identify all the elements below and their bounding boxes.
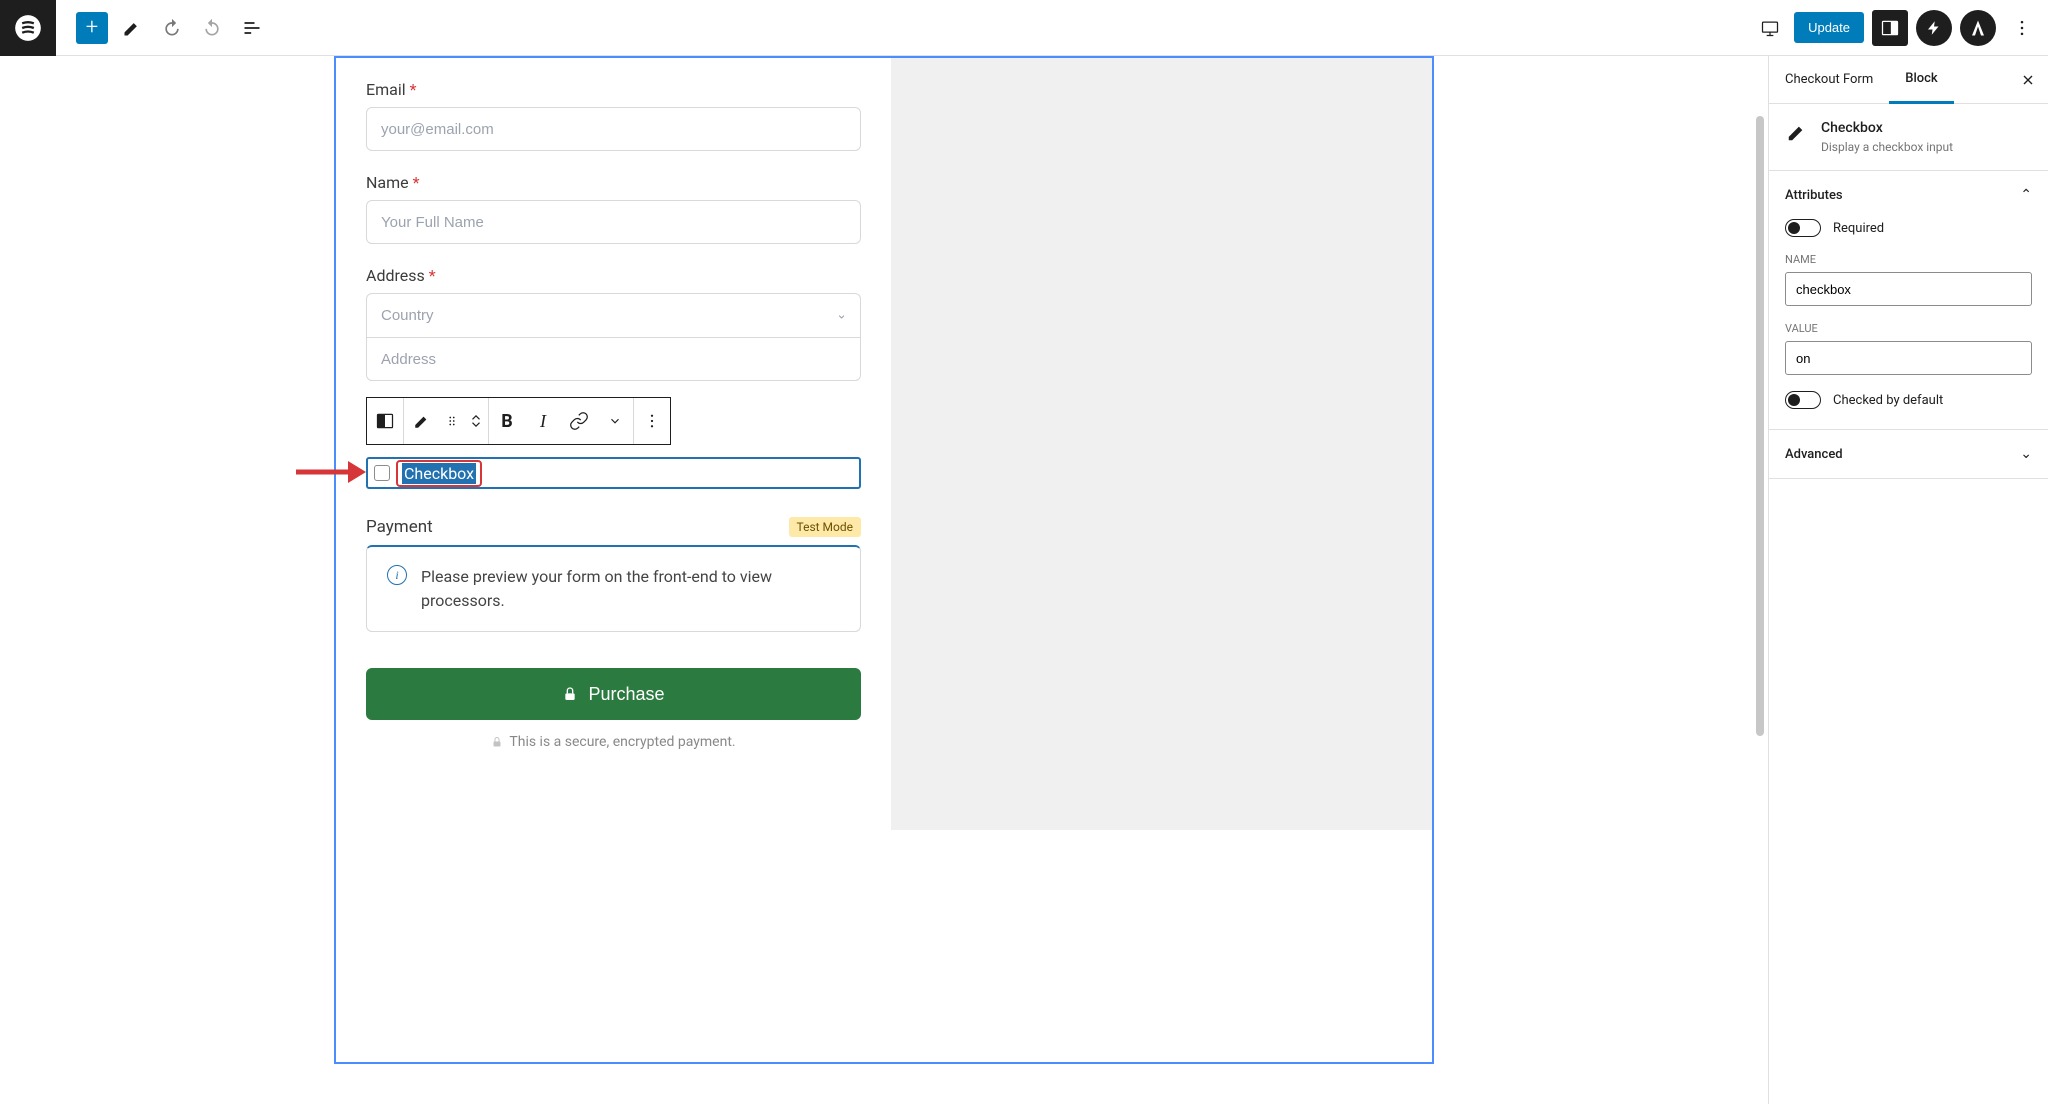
plugin-icon-2[interactable] xyxy=(1960,10,1996,46)
move-up-down-icon[interactable] xyxy=(464,398,488,444)
bold-button[interactable]: B xyxy=(489,398,525,444)
payment-info-box: i Please preview your form on the front-… xyxy=(366,545,861,632)
pencil-icon xyxy=(1785,120,1809,144)
scrollbar[interactable] xyxy=(1756,116,1764,736)
sidebar-toggle-button[interactable] xyxy=(1872,10,1908,46)
add-block-button[interactable]: + xyxy=(76,12,108,44)
block-more-options-icon[interactable] xyxy=(634,398,670,444)
lock-icon xyxy=(491,736,503,748)
checkbox-block[interactable]: Checkbox xyxy=(366,457,861,489)
desktop-preview-icon[interactable] xyxy=(1754,12,1786,44)
secure-payment-text: This is a secure, encrypted payment. xyxy=(366,734,861,750)
value-field-label: VALUE xyxy=(1785,322,2032,335)
more-options-button[interactable] xyxy=(2004,10,2040,46)
block-header: Checkbox Display a checkbox input xyxy=(1769,104,2048,171)
sidebar-tabs: Checkout Form Block xyxy=(1769,56,2048,104)
more-formatting-icon[interactable] xyxy=(597,398,633,444)
top-toolbar: + Update xyxy=(0,0,2048,56)
chevron-down-icon: ⌄ xyxy=(2020,446,2032,462)
purchase-button[interactable]: Purchase xyxy=(366,668,861,720)
address-label: Address * xyxy=(366,266,861,285)
undo-button[interactable] xyxy=(156,12,188,44)
info-icon: i xyxy=(387,565,407,585)
advanced-panel-header[interactable]: Advanced ⌄ xyxy=(1769,430,2048,478)
required-toggle[interactable] xyxy=(1785,219,1821,237)
edit-icon[interactable] xyxy=(404,398,440,444)
close-sidebar-button[interactable] xyxy=(2008,56,2048,103)
address-street-field[interactable] xyxy=(366,337,861,381)
document-overview-icon[interactable] xyxy=(236,12,268,44)
attributes-panel: Attributes ⌃ Required NAME VALUE Checked… xyxy=(1769,171,2048,430)
email-field[interactable] xyxy=(366,107,861,151)
payment-info-text: Please preview your form on the front-en… xyxy=(421,565,840,613)
drag-handle-icon[interactable] xyxy=(440,398,464,444)
name-label: Name * xyxy=(366,173,861,192)
name-attribute-input[interactable] xyxy=(1785,272,2032,306)
redo-button[interactable] xyxy=(196,12,228,44)
edit-mode-icon[interactable] xyxy=(116,12,148,44)
lock-icon xyxy=(562,686,578,702)
link-button[interactable] xyxy=(561,398,597,444)
block-title: Checkbox xyxy=(1821,120,1953,136)
tab-checkout-form[interactable]: Checkout Form xyxy=(1769,56,1889,103)
update-button[interactable]: Update xyxy=(1794,12,1864,43)
settings-sidebar: Checkout Form Block Checkbox Display a c… xyxy=(1768,56,2048,1104)
empty-column[interactable] xyxy=(891,58,1432,830)
annotation-arrow xyxy=(296,457,368,491)
test-mode-badge: Test Mode xyxy=(789,517,862,537)
checked-default-toggle[interactable] xyxy=(1785,391,1821,409)
checked-default-label: Checked by default xyxy=(1833,393,1943,408)
checkout-form-column: Email * Name * Address * ⌄ xyxy=(336,58,891,830)
checkbox-input[interactable] xyxy=(374,465,390,481)
value-attribute-input[interactable] xyxy=(1785,341,2032,375)
email-label: Email * xyxy=(366,80,861,99)
block-description: Display a checkbox input xyxy=(1821,140,1953,154)
block-type-icon[interactable] xyxy=(367,398,403,444)
name-field-label: NAME xyxy=(1785,253,2032,266)
editor-canvas-wrap: Email * Name * Address * ⌄ xyxy=(0,56,1768,1104)
required-label: Required xyxy=(1833,221,1884,236)
block-toolbar: B I xyxy=(366,397,671,445)
attributes-panel-header[interactable]: Attributes ⌃ xyxy=(1769,171,2048,219)
payment-label: Payment xyxy=(366,517,433,537)
italic-button[interactable]: I xyxy=(525,398,561,444)
app-logo[interactable] xyxy=(0,0,56,56)
annotation-highlight: Checkbox xyxy=(396,460,482,487)
country-select[interactable] xyxy=(366,293,861,337)
chevron-up-icon: ⌃ xyxy=(2020,187,2032,203)
editor-canvas[interactable]: Email * Name * Address * ⌄ xyxy=(334,56,1434,1064)
name-field[interactable] xyxy=(366,200,861,244)
checkbox-block-label[interactable]: Checkbox xyxy=(402,463,476,484)
plugin-icon-1[interactable] xyxy=(1916,10,1952,46)
tab-block[interactable]: Block xyxy=(1889,57,1953,104)
advanced-panel: Advanced ⌄ xyxy=(1769,430,2048,479)
